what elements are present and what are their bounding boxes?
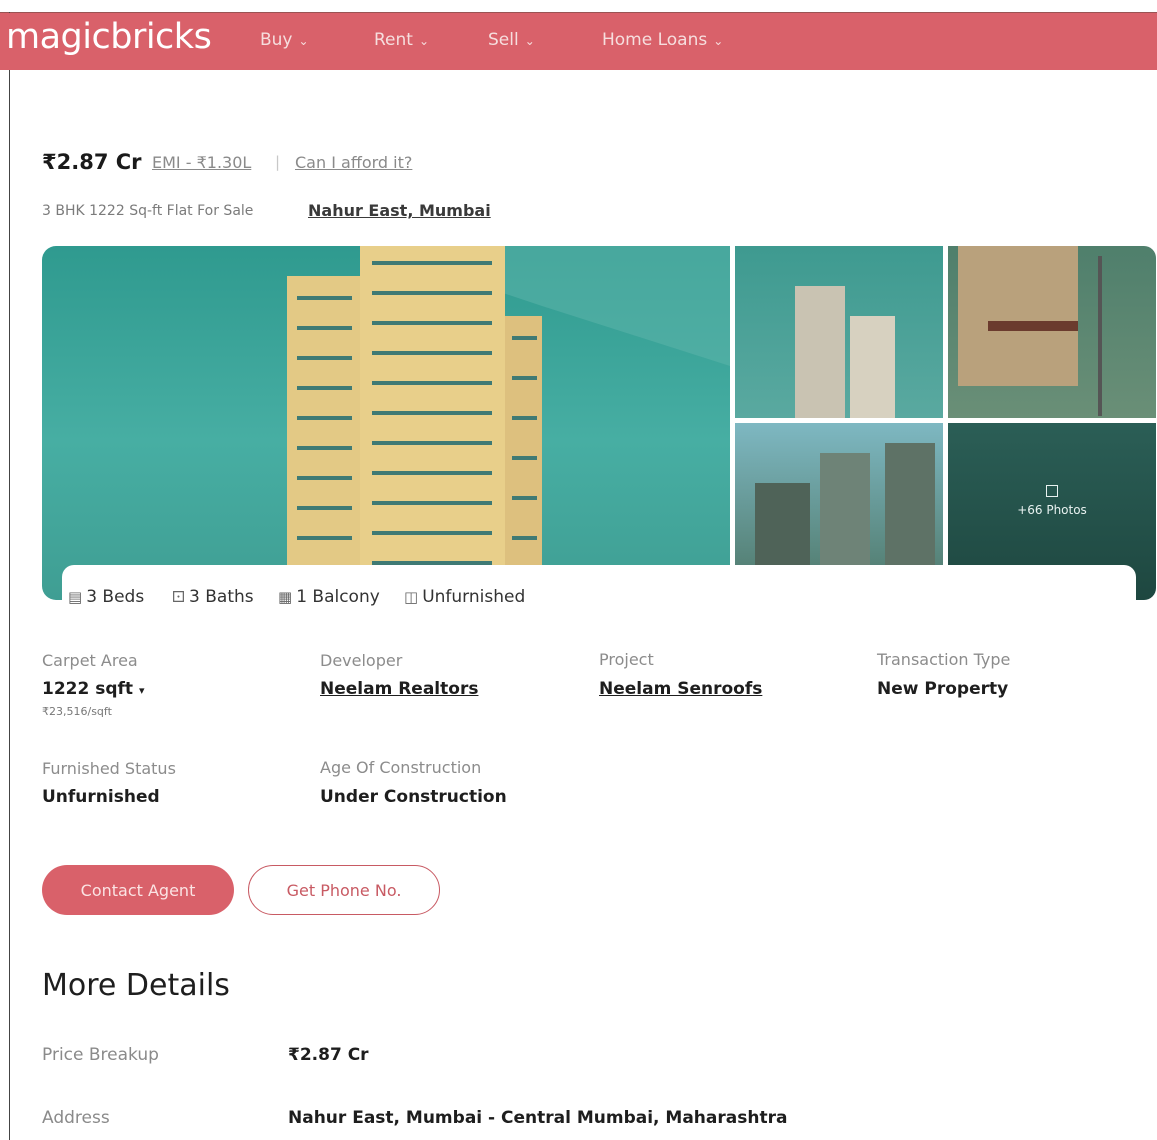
chevron-down-icon: ⌄ xyxy=(713,34,724,48)
carpet-area-label: Carpet Area xyxy=(42,651,138,670)
developer-link[interactable]: Neelam Realtors xyxy=(320,679,478,699)
window-left-border xyxy=(9,12,10,1140)
nav-sell[interactable]: Sell ⌄ xyxy=(488,30,535,50)
afford-link[interactable]: Can I afford it? xyxy=(295,153,412,172)
site-logo[interactable]: magicbricks xyxy=(6,17,212,57)
beds-label: 3 Beds xyxy=(86,587,145,607)
balcony-label: 1 Balcony xyxy=(296,587,380,607)
project-label: Project xyxy=(599,650,654,669)
photo-count-label: +66 Photos xyxy=(1017,503,1087,517)
emi-link[interactable]: EMI - ₹1.30L xyxy=(152,153,251,172)
balcony-icon: ▦ xyxy=(278,588,293,606)
get-phone-button[interactable]: Get Phone No. xyxy=(248,865,440,915)
nav-sell-label: Sell xyxy=(488,30,519,50)
site-header: magicbricks Buy ⌄ Rent ⌄ Sell ⌄ Home Loans ⌄ xyxy=(0,13,1157,70)
listing-price: ₹2.87 Cr xyxy=(42,150,142,174)
carpet-area-text: 1222 sqft xyxy=(42,679,134,699)
listing-subtitle: 3 BHK 1222 Sq-ft Flat For Sale xyxy=(42,203,254,219)
chevron-down-icon: ⌄ xyxy=(524,34,535,48)
project-link[interactable]: Neelam Senroofs xyxy=(599,679,762,699)
nav-rent[interactable]: Rent ⌄ xyxy=(374,30,429,50)
beds-summary: ▤ 3 Beds xyxy=(68,587,144,607)
age-of-construction-value: Under Construction xyxy=(320,787,507,807)
gallery-icon xyxy=(1046,485,1058,497)
developer-label: Developer xyxy=(320,651,403,670)
furnished-status-value: Unfurnished xyxy=(42,787,160,807)
gallery-thumbnail[interactable] xyxy=(948,246,1156,418)
more-details-heading: More Details xyxy=(42,968,230,1003)
transaction-type-label: Transaction Type xyxy=(877,650,1011,669)
balcony-summary: ▦ 1 Balcony xyxy=(278,587,380,607)
bed-icon: ▤ xyxy=(68,588,83,606)
building-illustration xyxy=(795,286,895,418)
price-breakup-label: Price Breakup xyxy=(42,1045,159,1065)
gallery-thumbnail[interactable] xyxy=(735,246,943,418)
address-value: Nahur East, Mumbai - Central Mumbai, Mah… xyxy=(288,1108,788,1128)
bath-icon: ⚀ xyxy=(172,588,186,606)
nav-buy-label: Buy xyxy=(260,30,293,50)
contact-agent-button[interactable]: Contact Agent xyxy=(42,865,234,915)
nav-rent-label: Rent xyxy=(374,30,413,50)
price-per-sqft: ₹23,516/sqft xyxy=(42,705,112,718)
furniture-icon: ◫ xyxy=(404,588,419,606)
age-of-construction-label: Age Of Construction xyxy=(320,758,482,777)
photo-count-overlay: +66 Photos xyxy=(948,485,1156,517)
chevron-down-icon: ⌄ xyxy=(298,34,309,48)
more-options-icon[interactable]: ⋮ xyxy=(1148,150,1157,178)
address-label: Address xyxy=(42,1108,110,1128)
furnishing-summary: ◫ Unfurnished xyxy=(404,587,525,607)
price-breakup-value: ₹2.87 Cr xyxy=(288,1045,369,1065)
baths-label: 3 Baths xyxy=(189,587,254,607)
amenity-bar: ▤ 3 Beds ⚀ 3 Baths ▦ 1 Balcony ◫ Unfurnished xyxy=(62,565,1136,623)
building-illustration xyxy=(287,246,730,600)
furnishing-label: Unfurnished xyxy=(422,587,526,607)
building-illustration xyxy=(958,246,1102,416)
nav-home-loans[interactable]: Home Loans ⌄ xyxy=(602,30,723,50)
transaction-type-value: New Property xyxy=(877,679,1009,699)
nav-buy[interactable]: Buy ⌄ xyxy=(260,30,309,50)
carpet-area-value: 1222 sqft ▾ xyxy=(42,679,145,699)
main-property-photo[interactable] xyxy=(42,246,730,600)
nav-home-loans-label: Home Loans xyxy=(602,30,708,50)
chevron-down-icon[interactable]: ▾ xyxy=(139,684,145,697)
baths-summary: ⚀ 3 Baths xyxy=(172,587,254,607)
locality-link[interactable]: Nahur East, Mumbai xyxy=(308,201,491,220)
separator: | xyxy=(275,153,281,171)
furnished-status-label: Furnished Status xyxy=(42,759,176,778)
chevron-down-icon: ⌄ xyxy=(418,34,430,48)
